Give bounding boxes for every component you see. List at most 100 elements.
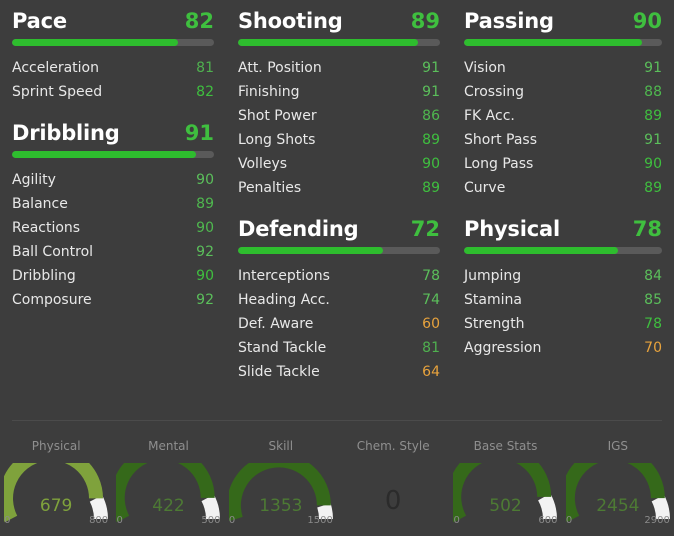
stat-row-value: 91	[644, 132, 662, 148]
gauge-label: Chem. Style	[356, 439, 430, 453]
stat-groups-grid: Pace 82 Acceleration 81 Sprint Speed 82 Dribbl…	[0, 0, 674, 420]
stat-row: Aggression 70	[462, 336, 664, 360]
stat-group-progress-bar	[238, 39, 440, 46]
gauge-min-label: 0	[565, 515, 573, 526]
stat-row-value: 60	[422, 316, 440, 332]
stat-row-label: Finishing	[238, 84, 300, 100]
stat-group-header: Pace 82	[10, 8, 216, 34]
stat-row-value: 91	[422, 84, 440, 100]
gauge-physical: Physical 679 0 800	[0, 425, 112, 536]
stat-row: Dribbling 90	[10, 264, 216, 288]
stat-row-label: Shot Power	[238, 108, 317, 124]
stat-row: Vision 91	[462, 56, 664, 80]
stat-row-value: 90	[422, 156, 440, 172]
stat-row: Long Pass 90	[462, 152, 664, 176]
stat-group-title: Dribbling	[12, 121, 120, 145]
stat-row-label: Penalties	[238, 180, 302, 196]
stat-row: Heading Acc. 74	[236, 288, 442, 312]
stat-row-value: 90	[196, 268, 214, 284]
stat-row-label: Interceptions	[238, 268, 330, 284]
stat-row: FK Acc. 89	[462, 104, 664, 128]
stat-row-label: Balance	[12, 196, 68, 212]
stat-group-progress-bar	[464, 39, 662, 46]
stat-group-header: Passing 90	[462, 8, 664, 34]
stat-row: Interceptions 78	[236, 264, 442, 288]
stat-row-value: 90	[196, 172, 214, 188]
stat-row-label: Def. Aware	[238, 316, 314, 332]
gauge-max-label: 800	[89, 515, 109, 526]
stat-row: Sprint Speed 82	[10, 80, 216, 104]
stat-row-value: 89	[196, 196, 214, 212]
gauge-arc: 502 0 600	[453, 463, 557, 526]
gauge-value: 2454	[596, 496, 640, 516]
stat-row: Crossing 88	[462, 80, 664, 104]
stat-row: Reactions 90	[10, 216, 216, 240]
stat-group-defending: Defending 72 Interceptions 78 Heading Acc. 74…	[236, 216, 442, 384]
stat-row-value: 86	[422, 108, 440, 124]
stat-row-value: 64	[422, 364, 440, 380]
stat-row: Balance 89	[10, 192, 216, 216]
stat-row: Short Pass 91	[462, 128, 664, 152]
stat-row-label: Long Shots	[238, 132, 316, 148]
stat-column-left: Pace 82 Acceleration 81 Sprint Speed 82 Dribbl…	[0, 0, 226, 420]
stat-row-label: Agility	[12, 172, 56, 188]
stat-group-title: Defending	[238, 217, 359, 241]
stat-group-progress-fill	[12, 151, 196, 158]
stat-column-right: Passing 90 Vision 91 Crossing 88 FK Acc. 89 Shor…	[452, 0, 674, 420]
stat-row-value: 81	[422, 340, 440, 356]
stat-row-value: 88	[644, 84, 662, 100]
stat-row-value: 89	[644, 108, 662, 124]
stat-row-label: Att. Position	[238, 60, 322, 76]
stat-group-passing: Passing 90 Vision 91 Crossing 88 FK Acc. 89 Shor…	[462, 8, 664, 200]
stat-group-progress-bar	[12, 151, 214, 158]
stat-row-value: 92	[196, 244, 214, 260]
stat-group-value: 89	[410, 9, 440, 33]
stat-row: Finishing 91	[236, 80, 442, 104]
stat-row-label: Stamina	[464, 292, 522, 308]
stat-row-label: Ball Control	[12, 244, 94, 260]
summary-gauges-row: Physical 679 0 800 Mental 422 0 500 Skill 1353 0 15…	[0, 425, 674, 536]
stat-row-label: Heading Acc.	[238, 292, 330, 308]
stat-row-label: Acceleration	[12, 60, 99, 76]
stat-row-label: Slide Tackle	[238, 364, 320, 380]
stat-row-value: 91	[422, 60, 440, 76]
stat-row: Curve 89	[462, 176, 664, 200]
stat-row: Jumping 84	[462, 264, 664, 288]
stat-row-value: 78	[644, 316, 662, 332]
stat-row: Slide Tackle 64	[236, 360, 442, 384]
gauge-value: 0	[384, 486, 402, 516]
gauge-chem-style: Chem. Style 0	[337, 425, 449, 536]
gauge-label: Mental	[148, 439, 189, 453]
stat-group-physical: Physical 78 Jumping 84 Stamina 85 Strength 78 Ag…	[462, 216, 664, 360]
stat-row: Att. Position 91	[236, 56, 442, 80]
stat-row-label: Composure	[12, 292, 92, 308]
stat-row: Acceleration 81	[10, 56, 216, 80]
stat-group-value: 82	[184, 9, 214, 33]
stat-row: Stand Tackle 81	[236, 336, 442, 360]
stat-row: Stamina 85	[462, 288, 664, 312]
stat-row: Agility 90	[10, 168, 216, 192]
stat-group-shooting: Shooting 89 Att. Position 91 Finishing 91 Shot…	[236, 8, 442, 200]
gauge-max-label: 1500	[307, 515, 333, 526]
stat-row-label: FK Acc.	[464, 108, 515, 124]
stat-row-value: 90	[644, 156, 662, 172]
stat-row-value: 81	[196, 60, 214, 76]
stat-group-value: 91	[184, 121, 214, 145]
gauge-min-label: 0	[228, 515, 236, 526]
section-divider	[12, 420, 662, 421]
stat-group-pace: Pace 82 Acceleration 81 Sprint Speed 82	[10, 8, 216, 104]
gauge-min-label: 0	[4, 515, 11, 526]
stat-row-label: Aggression	[464, 340, 542, 356]
stat-group-progress-bar	[12, 39, 214, 46]
gauge-mental: Mental 422 0 500	[112, 425, 224, 536]
stat-column-middle: Shooting 89 Att. Position 91 Finishing 91 Shot…	[226, 0, 452, 420]
player-stats-panel: Pace 82 Acceleration 81 Sprint Speed 82 Dribbl…	[0, 0, 674, 536]
stat-group-progress-fill	[12, 39, 178, 46]
stat-row-label: Strength	[464, 316, 525, 332]
stat-group-value: 72	[410, 217, 440, 241]
stat-group-header: Shooting 89	[236, 8, 442, 34]
gauge-igs: IGS 2454 0 2900	[562, 425, 674, 536]
stat-row-label: Long Pass	[464, 156, 534, 172]
stat-row: Def. Aware 60	[236, 312, 442, 336]
stat-row-label: Short Pass	[464, 132, 538, 148]
